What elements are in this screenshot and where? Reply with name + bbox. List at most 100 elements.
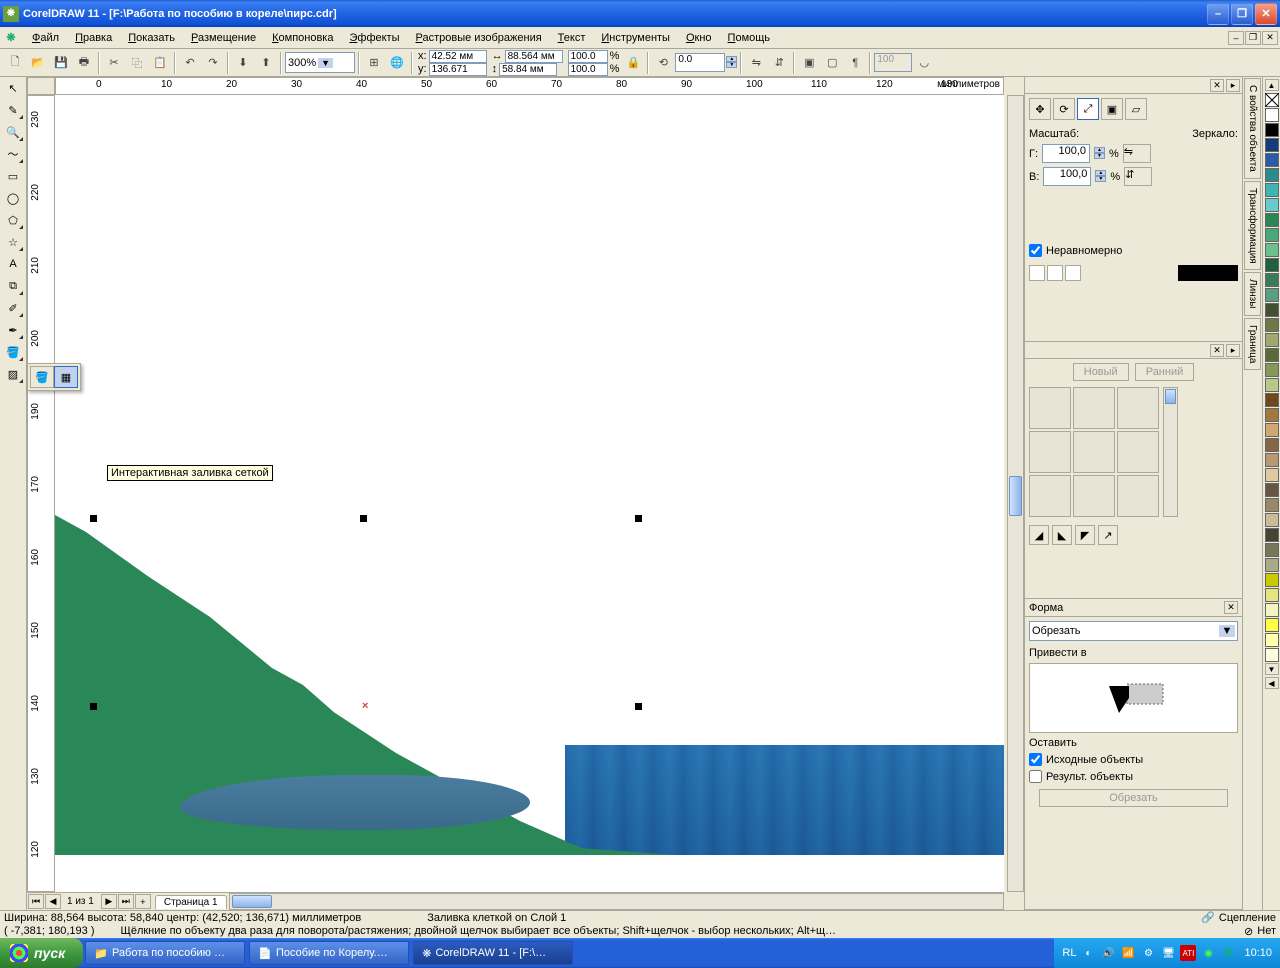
window-minimize-button[interactable]: – xyxy=(1207,3,1229,25)
import-button[interactable]: ⬇ xyxy=(232,52,254,74)
width-input[interactable]: 88.564 мм xyxy=(505,50,563,63)
gradient-preset[interactable] xyxy=(1073,431,1115,473)
gradient-earlier-button[interactable]: Ранний xyxy=(1135,363,1195,381)
horizontal-scrollbar[interactable] xyxy=(229,893,1004,910)
print-button[interactable]: 🖶 xyxy=(73,52,95,74)
to-front-button[interactable]: ▣ xyxy=(798,52,820,74)
color-swatch[interactable] xyxy=(1265,333,1279,347)
gradient-preset[interactable] xyxy=(1117,387,1159,429)
interactive-mesh-fill-tool[interactable]: ▦ xyxy=(54,366,78,388)
interactive-blend-tool[interactable]: ⧉ xyxy=(1,275,25,297)
color-swatch[interactable] xyxy=(1265,273,1279,287)
result-objects-checkbox[interactable]: Результ. объекты xyxy=(1029,770,1238,783)
open-button[interactable]: 📂 xyxy=(27,52,49,74)
color-swatch[interactable] xyxy=(1265,183,1279,197)
first-page-button[interactable]: ⏮ xyxy=(28,894,44,909)
color-swatch[interactable] xyxy=(1265,168,1279,182)
color-swatch[interactable] xyxy=(1265,603,1279,617)
wrap-button[interactable]: ¶ xyxy=(844,52,866,74)
tray-icon[interactable]: ◉ xyxy=(1200,945,1216,961)
docker-close-button[interactable]: ✕ xyxy=(1210,79,1224,92)
gradient-preset[interactable] xyxy=(1029,387,1071,429)
to-back-button[interactable]: ▢ xyxy=(821,52,843,74)
interactive-fill-tool-option[interactable]: 🪣 xyxy=(30,366,54,388)
menu-item[interactable]: Компоновка xyxy=(264,30,341,46)
docker-side-tab[interactable]: Трансформация xyxy=(1244,181,1261,271)
language-indicator[interactable]: RL xyxy=(1062,947,1076,959)
non-proportional-checkbox[interactable]: Неравномерно xyxy=(1029,244,1238,257)
drawing-canvas[interactable]: × Интерактивная заливка сеткой xyxy=(55,95,1004,892)
gradient-docker-collapse[interactable]: ▸ xyxy=(1226,344,1240,357)
selection-handle-n[interactable] xyxy=(360,515,367,522)
color-swatch[interactable] xyxy=(1265,348,1279,362)
source-objects-checkbox[interactable]: Исходные объекты xyxy=(1029,753,1238,766)
ati-tray-icon[interactable]: ATI xyxy=(1180,945,1196,961)
color-swatch[interactable] xyxy=(1265,318,1279,332)
app-launcher-button[interactable]: ⊞ xyxy=(363,52,385,74)
menu-item[interactable]: Помощь xyxy=(720,30,779,46)
selection-center[interactable]: × xyxy=(362,700,368,712)
gradient-preset[interactable] xyxy=(1029,475,1071,517)
taskbar-item[interactable]: 📄Пособие по Корелу.… xyxy=(249,941,409,965)
color-swatch[interactable] xyxy=(1265,573,1279,587)
tray-icon[interactable]: ◐ xyxy=(1080,945,1096,961)
tray-icon[interactable]: 🖥 xyxy=(1160,945,1176,961)
selection-handle-nw[interactable] xyxy=(90,515,97,522)
gradient-preset[interactable] xyxy=(1073,475,1115,517)
trim-button[interactable]: Обрезать xyxy=(1039,789,1227,807)
gradient-preset[interactable] xyxy=(1073,387,1115,429)
vertical-scrollbar[interactable] xyxy=(1007,95,1024,892)
menu-item[interactable]: Текст xyxy=(550,30,594,46)
corel-online-button[interactable]: 🌐 xyxy=(386,52,408,74)
mdi-close-button[interactable]: ✕ xyxy=(1262,31,1278,45)
ruler-origin[interactable] xyxy=(27,77,55,95)
pick-tool[interactable]: ↖ xyxy=(1,77,25,99)
color-swatch[interactable] xyxy=(1265,468,1279,482)
menu-item[interactable]: Растровые изображения xyxy=(408,30,550,46)
menu-item[interactable]: Показать xyxy=(120,30,183,46)
undo-button[interactable]: ↶ xyxy=(179,52,201,74)
anchor-grid[interactable] xyxy=(1029,265,1081,281)
x-input[interactable]: 42.52 мм xyxy=(429,50,487,63)
tray-icon[interactable]: ✆ xyxy=(1220,945,1236,961)
eyedropper-tool[interactable]: ✐ xyxy=(1,297,25,319)
redo-button[interactable]: ↷ xyxy=(202,52,224,74)
scale-v-input[interactable]: 100,0 xyxy=(1043,167,1091,186)
window-close-button[interactable]: ✕ xyxy=(1255,3,1277,25)
docker-collapse-button[interactable]: ▸ xyxy=(1226,79,1240,92)
color-swatch[interactable] xyxy=(1265,363,1279,377)
docker-side-tab[interactable]: Линзы xyxy=(1244,272,1261,315)
tray-icon[interactable]: 📶 xyxy=(1120,945,1136,961)
gradient-new-button[interactable]: Новый xyxy=(1073,363,1129,381)
taskbar-item[interactable]: ❋CorelDRAW 11 - [F:\… xyxy=(413,941,573,965)
scale-v-spinner[interactable]: ▲▼ xyxy=(1095,170,1106,183)
window-maximize-button[interactable]: ❐ xyxy=(1231,3,1253,25)
gradient-docker-close[interactable]: ✕ xyxy=(1210,344,1224,357)
palette-scroll-down[interactable]: ▼ xyxy=(1265,663,1279,675)
no-color-swatch[interactable] xyxy=(1265,93,1279,107)
shape-tool[interactable]: ✎ xyxy=(1,99,25,121)
transform-rotate-tab[interactable]: ⟳ xyxy=(1053,98,1075,120)
color-swatch[interactable] xyxy=(1265,378,1279,392)
selection-handle-w[interactable] xyxy=(90,703,97,710)
export-button[interactable]: ⬆ xyxy=(255,52,277,74)
convert-curves-button[interactable]: ◡ xyxy=(913,52,935,74)
rotation-spinner[interactable]: ▲▼ xyxy=(726,56,737,69)
menu-item[interactable]: Файл xyxy=(24,30,67,46)
gradient-preset[interactable] xyxy=(1117,431,1159,473)
color-swatch[interactable] xyxy=(1265,528,1279,542)
text-tool[interactable]: A xyxy=(1,253,25,275)
color-swatch[interactable] xyxy=(1265,498,1279,512)
zoom-tool[interactable]: 🔍 xyxy=(1,121,25,143)
transform-size-tab[interactable]: ▣ xyxy=(1101,98,1123,120)
horizontal-ruler[interactable]: 0102030405060708090100110120130140 xyxy=(55,77,1004,95)
add-page-button[interactable]: + xyxy=(135,894,151,909)
color-swatch[interactable] xyxy=(1265,213,1279,227)
gradient-preset[interactable] xyxy=(1029,431,1071,473)
fill-tool[interactable]: 🪣 xyxy=(1,341,25,363)
menu-item[interactable]: Окно xyxy=(678,30,720,46)
docker-side-tab[interactable]: Граница xyxy=(1244,318,1261,370)
rectangle-tool[interactable]: ▭ xyxy=(1,165,25,187)
color-swatch[interactable] xyxy=(1265,633,1279,647)
page-tab[interactable]: Страница 1 xyxy=(155,895,227,909)
